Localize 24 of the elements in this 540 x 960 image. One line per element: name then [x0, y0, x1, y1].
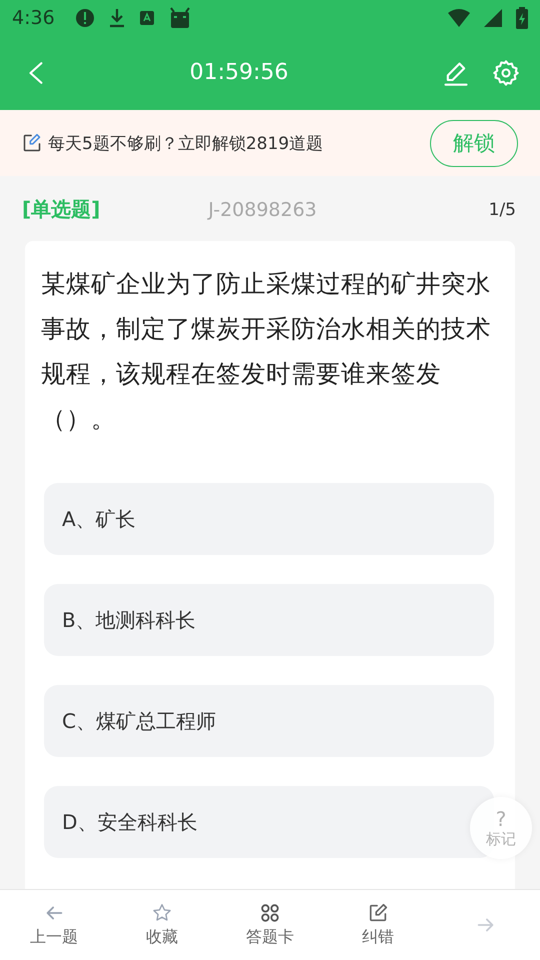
- answer-option[interactable]: B、地测科科长: [44, 584, 494, 656]
- question-code: J-20898263: [208, 198, 318, 220]
- alert-icon: [74, 8, 95, 28]
- answer-option[interactable]: C、煤矿总工程师: [44, 685, 494, 757]
- nav-item[interactable]: 收藏: [108, 890, 216, 960]
- edit-icon: [367, 902, 389, 924]
- wifi-icon: [448, 8, 470, 26]
- question-type: [单选题]: [22, 196, 100, 223]
- battery-icon: [516, 6, 528, 28]
- keyboard-icon: [138, 8, 155, 26]
- android-icon: [168, 6, 191, 28]
- settings-icon: [492, 58, 520, 86]
- nav-item[interactable]: 纠错: [324, 890, 432, 960]
- grid-icon: [259, 902, 281, 924]
- nav-item[interactable]: 上一题: [0, 890, 108, 960]
- question-text: 某煤矿企业为了防止采煤过程的矿井突水事故，制定了煤炭开采防治水相关的技术规程，该规程在签发时需要谁来签发（）。: [41, 268, 492, 435]
- status-time: 4:36: [12, 6, 55, 28]
- signal-icon: [484, 8, 502, 26]
- answer-option[interactable]: A、矿长: [44, 483, 494, 555]
- timer: 01:59:56: [188, 60, 290, 85]
- banner-text: 每天5题不够刷？立即解锁2819道题: [48, 132, 324, 154]
- note-edit-icon: [22, 133, 42, 153]
- download-icon: [108, 8, 125, 28]
- nav-item[interactable]: 答题卡: [216, 890, 324, 960]
